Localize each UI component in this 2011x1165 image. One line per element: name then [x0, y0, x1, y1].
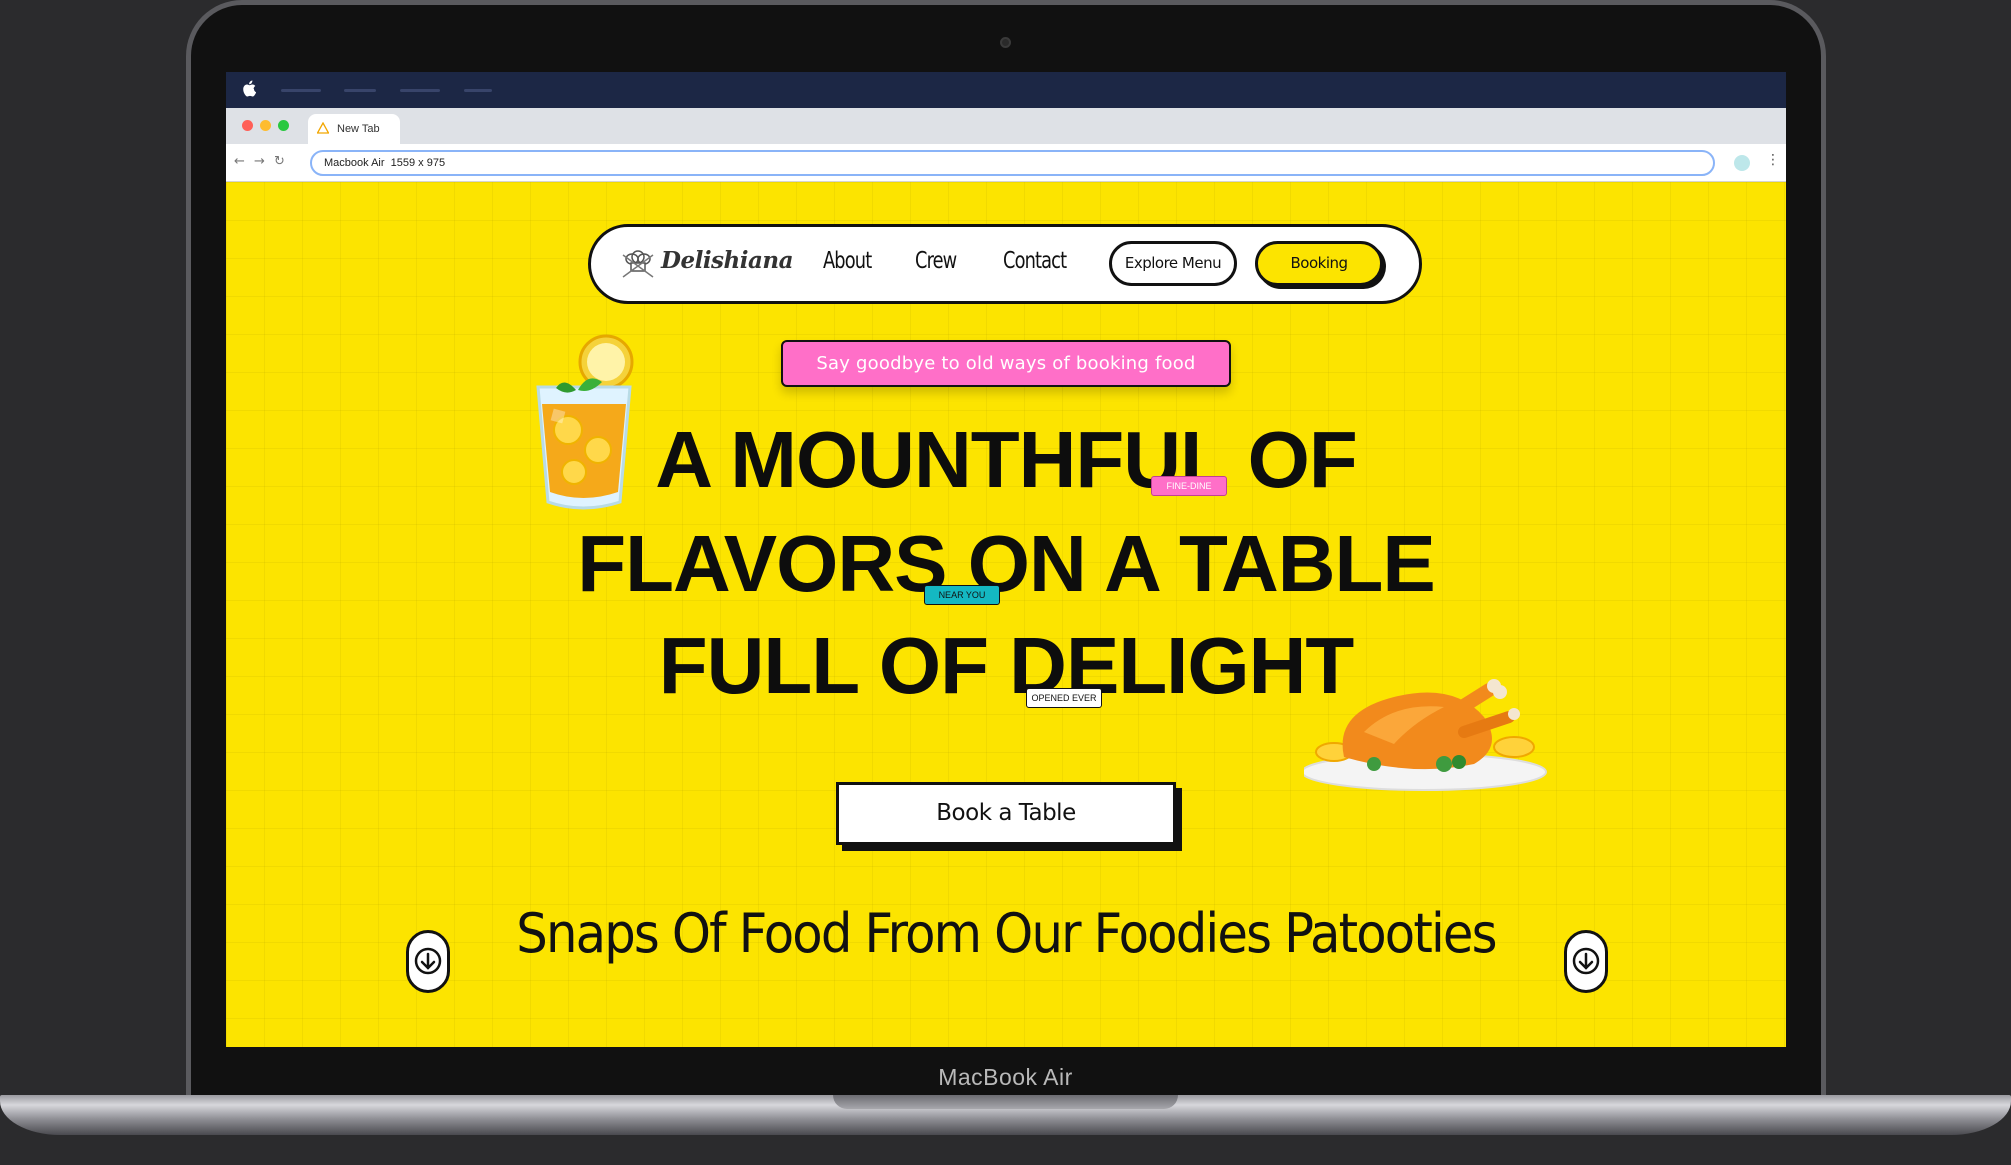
promo-banner: Say goodbye to old ways of booking food	[781, 340, 1231, 387]
screen: New Tab ← → ↻ Macbook Air 1559 x 975 ⋮ D…	[226, 72, 1786, 1047]
close-window-icon[interactable]	[242, 120, 253, 131]
nav-link-crew[interactable]: Crew	[915, 248, 957, 274]
hero-headline-line1: A MOUNTHFUL OF	[655, 415, 1357, 504]
forward-icon[interactable]: →	[254, 155, 265, 169]
tag-near-you: NEAR YOU	[924, 585, 1000, 605]
mac-menubar	[226, 72, 1786, 108]
browser-tabstrip: New Tab	[226, 108, 1786, 144]
laptop-base-notch	[833, 1095, 1178, 1109]
address-text: Macbook Air 1559 x 975	[324, 157, 446, 169]
explore-menu-button[interactable]: Explore Menu	[1109, 241, 1237, 286]
website-page: Delishiana About Crew Contact Explore Me…	[226, 182, 1786, 1047]
browser-tab[interactable]: New Tab	[308, 114, 400, 144]
menubar-item[interactable]	[281, 89, 321, 92]
minimize-window-icon[interactable]	[260, 120, 271, 131]
hero-headline-line2: FLAVORS ON A TABLE	[577, 519, 1436, 608]
nav-link-about[interactable]: About	[823, 248, 872, 274]
device-label: MacBook Air	[938, 1064, 1073, 1090]
menubar-item[interactable]	[464, 89, 492, 92]
camera	[1000, 37, 1011, 48]
menubar-item[interactable]	[400, 89, 440, 92]
kebab-menu-icon[interactable]: ⋮	[1766, 153, 1780, 167]
tag-opened-ever: OPENED EVER	[1026, 688, 1102, 708]
snaps-heading: Snaps Of Food From Our Foodies Patooties	[516, 902, 1497, 965]
profile-avatar[interactable]	[1734, 155, 1750, 171]
apple-icon[interactable]	[242, 80, 256, 97]
browser-toolbar: ← → ↻ Macbook Air 1559 x 975 ⋮	[226, 144, 1786, 182]
tab-title: New Tab	[337, 123, 380, 135]
tag-fine-dine: FINE-DINE	[1151, 476, 1227, 496]
roast-chicken-illustration	[1304, 679, 1547, 791]
site-logo-text[interactable]: Delishiana	[661, 247, 794, 274]
book-table-button[interactable]: Book a Table	[836, 782, 1176, 845]
scroll-right-arrow-button[interactable]	[1564, 930, 1608, 993]
arrow-down-icon	[1572, 947, 1600, 975]
booking-button[interactable]: Booking	[1255, 241, 1383, 286]
menubar-item[interactable]	[344, 89, 376, 92]
nav-link-contact[interactable]: Contact	[1003, 248, 1067, 274]
address-bar[interactable]: Macbook Air 1559 x 975	[310, 150, 1715, 176]
chef-logo-icon	[622, 250, 654, 278]
maximize-window-icon[interactable]	[278, 120, 289, 131]
reload-icon[interactable]: ↻	[274, 155, 285, 169]
site-navbar: Delishiana About Crew Contact Explore Me…	[588, 224, 1422, 304]
warning-icon	[317, 122, 329, 134]
back-icon[interactable]: ←	[234, 155, 245, 169]
